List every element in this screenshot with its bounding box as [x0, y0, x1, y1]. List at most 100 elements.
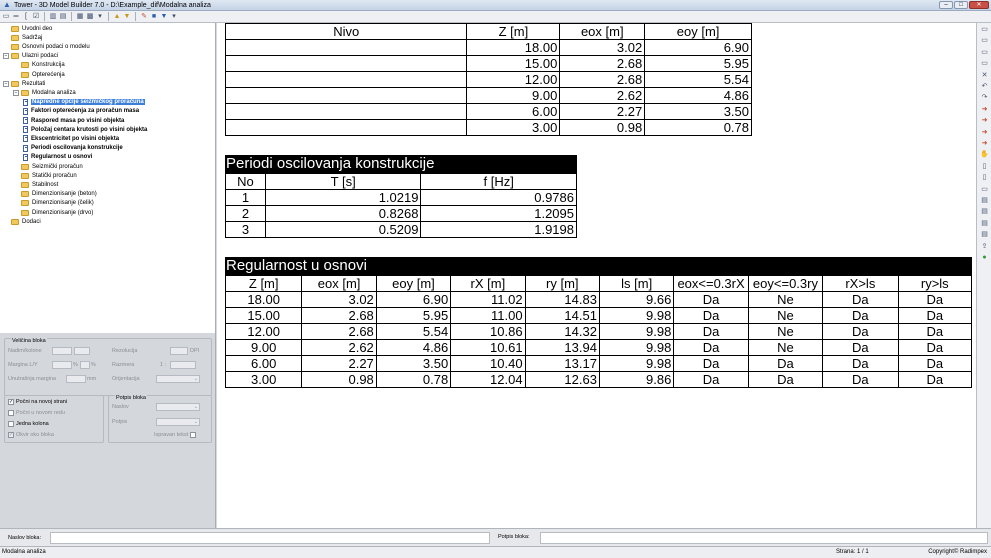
page-icon[interactable]: ▭ — [980, 48, 989, 57]
tree-item[interactable]: Osnovni podaci o modelu — [3, 42, 90, 51]
bracket-icon[interactable]: [ — [22, 13, 30, 21]
page-icon[interactable]: ▭ — [980, 25, 989, 34]
save-icon[interactable]: ■ — [150, 13, 158, 21]
signature-select[interactable]: ⌄ — [156, 418, 200, 426]
tree-item[interactable]: Dimenzionisanje (drvo) — [13, 208, 93, 217]
print-icon[interactable]: ▤ — [980, 219, 989, 228]
new-row-checkbox[interactable] — [8, 410, 14, 416]
document-tree: Uvodni deo Sadržaj Osnovni podaci o modelu… — [0, 23, 216, 333]
maximize-button[interactable]: □ — [954, 1, 968, 9]
one-column-checkbox[interactable] — [8, 421, 14, 427]
dropdown-icon[interactable]: ▾ — [170, 13, 178, 21]
tree-item[interactable]: Dodaci — [3, 217, 41, 226]
inner-margin-input[interactable] — [66, 375, 86, 383]
redo-icon[interactable]: ↷ — [980, 93, 989, 102]
page-icon[interactable]: ▭ — [980, 185, 989, 194]
print-icon[interactable]: ▤ — [980, 207, 989, 216]
grid-icon[interactable]: ▩ — [86, 13, 94, 21]
tree-item[interactable]: Dimenzionisanje (čelik) — [13, 199, 94, 208]
table-cell: 0.98 — [301, 371, 377, 388]
tree-item[interactable]: Opterećenja — [13, 70, 65, 79]
down-icon[interactable]: ▼ — [123, 13, 131, 21]
rows-icon[interactable]: ▤ — [59, 13, 67, 21]
arrow-down-icon[interactable]: ▾ — [96, 13, 104, 21]
table-cell: 14.83 — [524, 291, 600, 308]
correct-text-checkbox[interactable] — [190, 432, 197, 438]
collapse-icon[interactable]: − — [3, 80, 9, 87]
block-title-input[interactable] — [50, 532, 490, 544]
page-icon[interactable]: ▭ — [980, 59, 989, 68]
tree-item[interactable]: Regularnost u osnovi — [23, 153, 92, 162]
export-icon[interactable]: ⇪ — [980, 242, 989, 251]
table-cell: 9.86 — [598, 371, 675, 388]
table-cell: 9.00 — [466, 87, 561, 104]
tree-item[interactable]: − Modalna analiza — [13, 88, 76, 97]
ruler-icon[interactable]: ═ — [12, 13, 20, 21]
undo-icon[interactable]: ↶ — [980, 82, 989, 91]
margin-input[interactable] — [52, 361, 72, 369]
tree-item-label: Dodaci — [22, 218, 41, 225]
arrow-icon[interactable]: ➜ — [980, 139, 989, 148]
scale-input[interactable] — [170, 361, 196, 369]
block-signature-input[interactable] — [540, 532, 988, 544]
minimize-button[interactable]: – — [939, 1, 953, 9]
arrow-icon[interactable]: ➜ — [980, 128, 989, 137]
check-icon[interactable]: ☑ — [32, 13, 40, 21]
up-icon[interactable]: ▲ — [113, 13, 121, 21]
page-icon[interactable]: ▭ — [2, 13, 10, 21]
tree-item[interactable]: Konstrukcija — [13, 61, 65, 70]
table-icon[interactable]: ▦ — [76, 13, 84, 21]
table-cell: Ne — [747, 307, 824, 324]
tree-item[interactable]: Seizmički proračun — [13, 162, 83, 171]
print-icon[interactable]: ▤ — [980, 196, 989, 205]
tree-item[interactable]: Položaj centara krutosti po visini objek… — [23, 125, 147, 134]
tree-item[interactable]: Faktori opterećenja za proračun masa — [23, 107, 139, 116]
arrow-icon[interactable]: ➜ — [980, 116, 989, 125]
edit-icon[interactable]: ✎ — [140, 13, 148, 21]
margin-input-2[interactable] — [79, 361, 90, 369]
table-cell: 5.54 — [644, 71, 752, 88]
table-cell: Da — [747, 355, 824, 372]
table-cell: 2.62 — [301, 339, 377, 356]
columns-icon[interactable]: ▥ — [49, 13, 57, 21]
tree-item[interactable]: Sadržaj — [3, 33, 42, 42]
tree-item[interactable]: Napredne opcije seizmičkog proračuna — [23, 98, 145, 107]
table-cell: 1.0219 — [264, 189, 422, 206]
tree-item[interactable]: − Rezultati — [3, 79, 45, 88]
collapse-icon[interactable]: − — [3, 53, 9, 60]
resolution-input[interactable] — [170, 347, 188, 355]
hand-icon[interactable]: ✋ — [980, 150, 989, 159]
frame-checkbox[interactable]: ✓ — [8, 432, 14, 438]
arrow-icon[interactable]: ➜ — [980, 105, 989, 114]
window-controls: – □ ✕ — [939, 1, 989, 9]
close-button[interactable]: ✕ — [969, 1, 989, 9]
table-cell: 15.00 — [466, 55, 561, 72]
orientation-select[interactable]: ⌄ — [156, 375, 200, 383]
table-cell: 9.98 — [598, 355, 675, 372]
tree-item-label: Ekscentricitet po visini objekta — [31, 135, 120, 142]
title-select[interactable]: ⌄ — [156, 403, 200, 411]
columns-input-2[interactable] — [74, 347, 90, 355]
close-icon[interactable]: ✕ — [980, 71, 989, 80]
blank-icon[interactable]: ▯ — [980, 173, 989, 182]
app-logo-icon: ▲ — [3, 0, 11, 9]
page-icon[interactable]: ▭ — [980, 36, 989, 45]
table-cell: 0.8268 — [264, 205, 422, 222]
columns-input[interactable] — [52, 347, 72, 355]
blank-icon[interactable]: ▯ — [980, 162, 989, 171]
collapse-icon[interactable]: − — [13, 89, 19, 96]
tree-item[interactable]: Stabilnost — [13, 180, 58, 189]
refresh-icon[interactable]: ● — [980, 253, 989, 262]
print-icon[interactable]: ▤ — [980, 230, 989, 239]
tree-item[interactable]: Periodi oscilovanja konstrukcije — [23, 144, 123, 153]
tree-item[interactable]: Dimenzionisanje (beton) — [13, 190, 97, 199]
tree-item[interactable]: Raspored masa po visini objekta — [23, 116, 124, 125]
tree-item[interactable]: − Ulazni podaci — [3, 52, 58, 61]
filter-icon[interactable]: ▼ — [160, 13, 168, 21]
table-row: 9.00 2.62 4.86 10.61 13.94 9.98 Da Ne Da Da — [224, 339, 973, 356]
tree-item[interactable]: Uvodni deo — [3, 24, 52, 33]
new-page-checkbox[interactable]: ✓ — [8, 399, 14, 405]
tree-item[interactable]: Statički proračun — [13, 171, 77, 180]
percent-label: % — [73, 362, 78, 368]
tree-item[interactable]: Ekscentricitet po visini objekta — [23, 134, 119, 143]
